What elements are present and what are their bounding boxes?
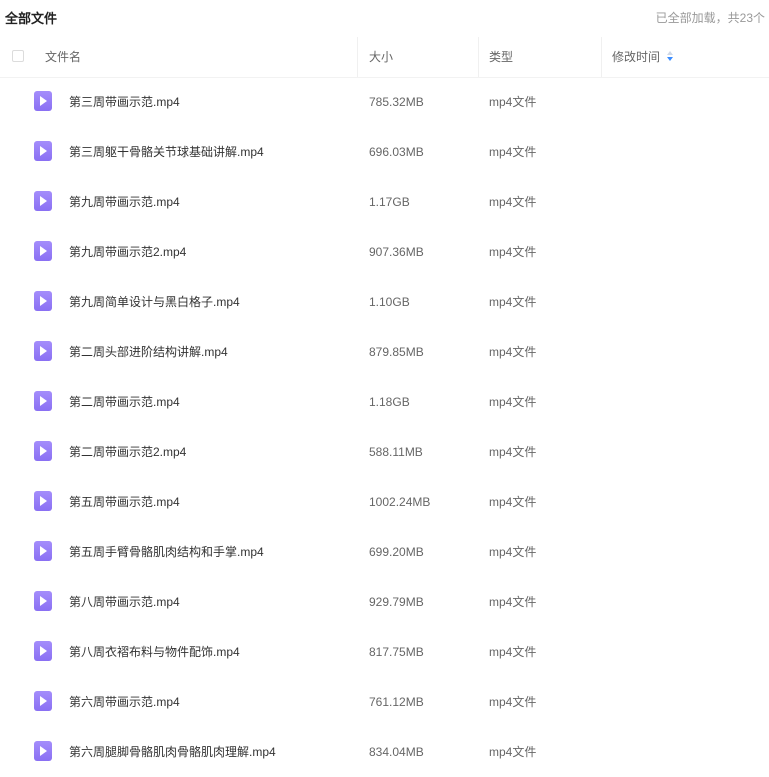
file-name[interactable]: 第五周带画示范.mp4 <box>69 477 180 527</box>
file-row[interactable]: 第九周简单设计与黑白格子.mp4 1.10GB mp4文件 <box>0 277 769 327</box>
file-list-header: 文件名 大小 类型 修改时间 <box>0 37 769 78</box>
video-file-icon <box>34 141 52 161</box>
file-type: mp4文件 <box>489 495 537 509</box>
video-file-icon <box>34 741 52 761</box>
file-type: mp4文件 <box>489 445 537 459</box>
file-list: 第三周带画示范.mp4 785.32MB mp4文件 第三周躯干骨骼关节球基础讲解.m… <box>0 77 769 777</box>
file-row[interactable]: 第二周头部进阶结构讲解.mp4 879.85MB mp4文件 <box>0 327 769 377</box>
file-row[interactable]: 第五周手臂骨骼肌肉结构和手掌.mp4 699.20MB mp4文件 <box>0 527 769 577</box>
column-header-size[interactable]: 大小 <box>369 37 393 77</box>
file-type: mp4文件 <box>489 95 537 109</box>
file-type: mp4文件 <box>489 295 537 309</box>
file-type: mp4文件 <box>489 695 537 709</box>
file-type: mp4文件 <box>489 745 537 759</box>
file-name[interactable]: 第五周手臂骨骼肌肉结构和手掌.mp4 <box>69 527 264 577</box>
file-row[interactable]: 第九周带画示范.mp4 1.17GB mp4文件 <box>0 177 769 227</box>
file-size: 834.04MB <box>369 745 424 759</box>
file-size: 699.20MB <box>369 545 424 559</box>
file-name[interactable]: 第三周带画示范.mp4 <box>69 77 180 127</box>
file-row[interactable]: 第二周带画示范.mp4 1.18GB mp4文件 <box>0 377 769 427</box>
video-file-icon <box>34 491 52 511</box>
file-size: 817.75MB <box>369 645 424 659</box>
file-name[interactable]: 第六周腿脚骨骼肌肉骨骼肌肉理解.mp4 <box>69 727 276 777</box>
video-file-icon <box>34 341 52 361</box>
file-row[interactable]: 第六周带画示范.mp4 761.12MB mp4文件 <box>0 677 769 727</box>
file-row[interactable]: 第八周带画示范.mp4 929.79MB mp4文件 <box>0 577 769 627</box>
video-file-icon <box>34 641 52 661</box>
file-size: 929.79MB <box>369 595 424 609</box>
file-name[interactable]: 第二周头部进阶结构讲解.mp4 <box>69 327 228 377</box>
file-type: mp4文件 <box>489 245 537 259</box>
column-header-name[interactable]: 文件名 <box>45 37 81 77</box>
file-size: 907.36MB <box>369 245 424 259</box>
video-file-icon <box>34 391 52 411</box>
file-type: mp4文件 <box>489 345 537 359</box>
file-row[interactable]: 第三周带画示范.mp4 785.32MB mp4文件 <box>0 77 769 127</box>
file-size: 1.18GB <box>369 395 410 409</box>
column-header-type[interactable]: 类型 <box>489 37 513 77</box>
file-size: 785.32MB <box>369 95 424 109</box>
file-row[interactable]: 第五周带画示范.mp4 1002.24MB mp4文件 <box>0 477 769 527</box>
video-file-icon <box>34 691 52 711</box>
file-type: mp4文件 <box>489 145 537 159</box>
video-file-icon <box>34 591 52 611</box>
file-size: 761.12MB <box>369 695 424 709</box>
load-status: 已全部加载，共23个 <box>655 11 765 25</box>
column-divider[interactable] <box>478 37 479 77</box>
file-name[interactable]: 第六周带画示范.mp4 <box>69 677 180 727</box>
video-file-icon <box>34 241 52 261</box>
file-name[interactable]: 第八周衣褶布料与物件配饰.mp4 <box>69 627 240 677</box>
file-size: 696.03MB <box>369 145 424 159</box>
file-row[interactable]: 第三周躯干骨骼关节球基础讲解.mp4 696.03MB mp4文件 <box>0 127 769 177</box>
file-name[interactable]: 第八周带画示范.mp4 <box>69 577 180 627</box>
file-size: 588.11MB <box>369 445 423 459</box>
video-file-icon <box>34 291 52 311</box>
video-file-icon <box>34 191 52 211</box>
file-name[interactable]: 第九周简单设计与黑白格子.mp4 <box>69 277 240 327</box>
file-size: 1.10GB <box>369 295 410 309</box>
file-row[interactable]: 第九周带画示范2.mp4 907.36MB mp4文件 <box>0 227 769 277</box>
page-title: 全部文件 <box>5 11 58 26</box>
file-type: mp4文件 <box>489 395 537 409</box>
video-file-icon <box>34 441 52 461</box>
file-name[interactable]: 第三周躯干骨骼关节球基础讲解.mp4 <box>69 127 264 177</box>
file-name[interactable]: 第九周带画示范.mp4 <box>69 177 180 227</box>
file-name[interactable]: 第二周带画示范.mp4 <box>69 377 180 427</box>
file-name[interactable]: 第九周带画示范2.mp4 <box>69 227 186 277</box>
file-size: 1.17GB <box>369 195 410 209</box>
top-bar: 全部文件 已全部加载，共23个 <box>0 0 769 34</box>
file-name[interactable]: 第二周带画示范2.mp4 <box>69 427 186 477</box>
file-size: 1002.24MB <box>369 495 431 509</box>
file-row[interactable]: 第二周带画示范2.mp4 588.11MB mp4文件 <box>0 427 769 477</box>
file-size: 879.85MB <box>369 345 424 359</box>
file-row[interactable]: 第八周衣褶布料与物件配饰.mp4 817.75MB mp4文件 <box>0 627 769 677</box>
video-file-icon <box>34 541 52 561</box>
file-type: mp4文件 <box>489 195 537 209</box>
file-type: mp4文件 <box>489 645 537 659</box>
column-divider[interactable] <box>357 37 358 77</box>
select-all-checkbox[interactable] <box>12 50 24 62</box>
column-divider[interactable] <box>601 37 602 77</box>
file-row[interactable]: 第六周腿脚骨骼肌肉骨骼肌肉理解.mp4 834.04MB mp4文件 <box>0 727 769 777</box>
file-type: mp4文件 <box>489 595 537 609</box>
video-file-icon <box>34 91 52 111</box>
file-type: mp4文件 <box>489 545 537 559</box>
column-header-modified[interactable]: 修改时间 <box>612 37 674 77</box>
column-header-modified-label: 修改时间 <box>612 50 661 64</box>
sort-desc-icon[interactable] <box>666 50 674 63</box>
